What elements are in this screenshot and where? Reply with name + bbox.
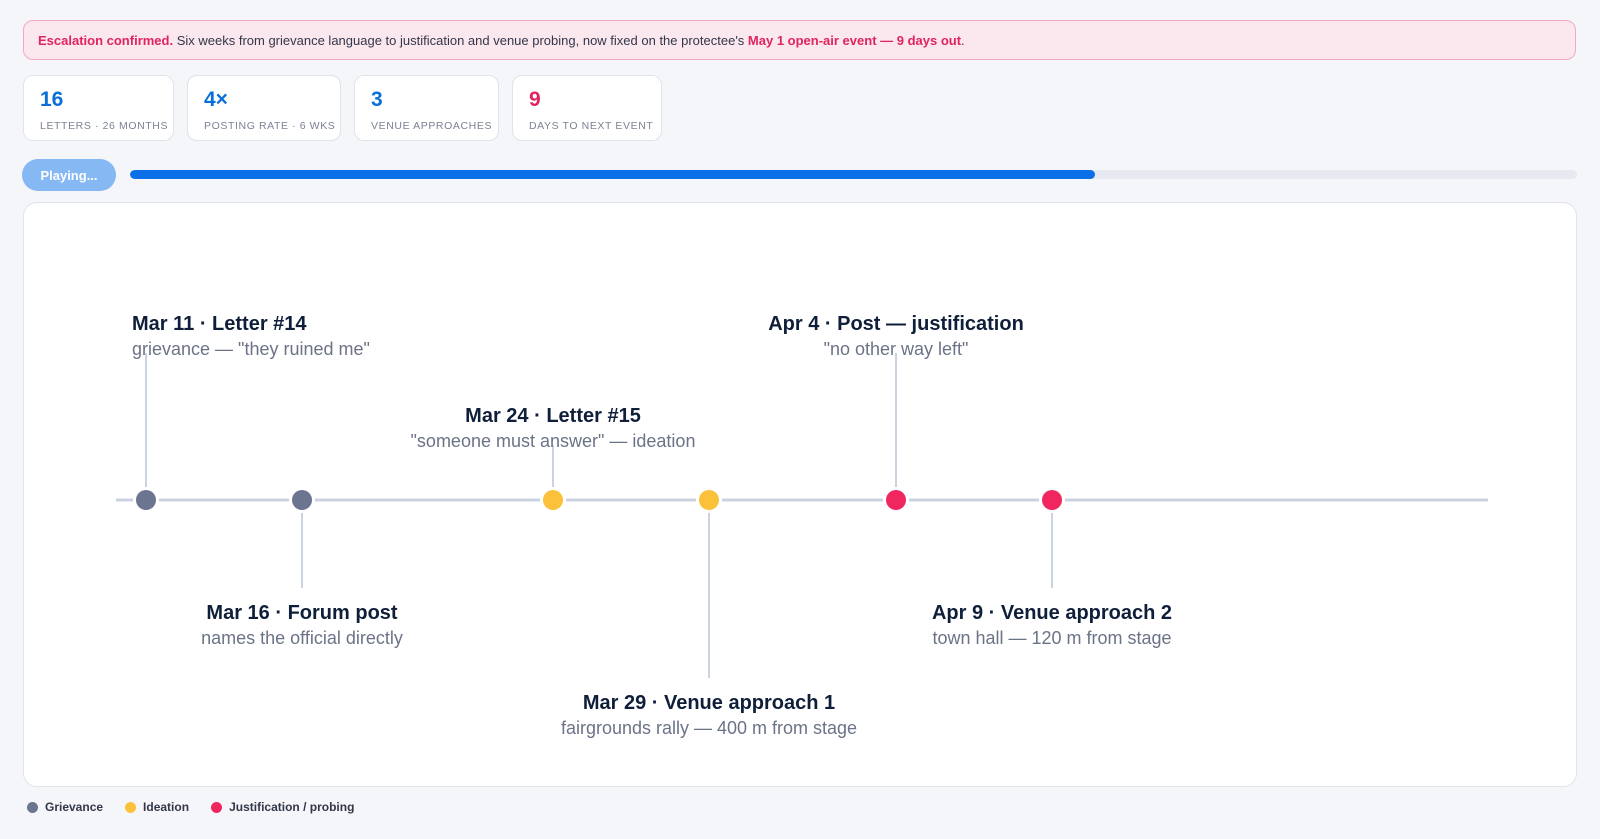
stat-card-posting-rate: 4× POSTING RATE · 6 WKS bbox=[187, 75, 341, 141]
event-dot-ideation[interactable] bbox=[699, 490, 719, 510]
playback-progress-bar[interactable] bbox=[130, 170, 1577, 179]
event-title: Mar 16 · Forum post bbox=[206, 602, 398, 624]
event-description: names the official directly bbox=[201, 628, 403, 648]
event-dot-justification[interactable] bbox=[1042, 490, 1062, 510]
event-dot-grievance[interactable] bbox=[292, 490, 312, 510]
event-label: Mar 24 · Letter #15 "someone must answer"… bbox=[411, 403, 696, 453]
event-dot-ideation[interactable] bbox=[543, 490, 563, 510]
stat-label: DAYS TO NEXT EVENT bbox=[529, 120, 654, 132]
stat-card-letters: 16 LETTERS · 26 MONTHS bbox=[23, 75, 174, 141]
stat-label: LETTERS · 26 MONTHS bbox=[40, 120, 169, 132]
stat-value: 3 bbox=[371, 88, 383, 111]
playback-progress-fill bbox=[130, 170, 1096, 179]
stat-value: 16 bbox=[40, 88, 64, 111]
event-title: Mar 24 · Letter #15 bbox=[465, 405, 641, 427]
event-title: Apr 9 · Venue approach 2 bbox=[931, 602, 1173, 624]
legend-label: Ideation bbox=[143, 800, 190, 814]
legend-item-grievance: Grievance bbox=[27, 800, 103, 814]
escalation-alert: Escalation confirmed. Six weeks from gri… bbox=[23, 20, 1576, 60]
event-label: Mar 29 · Venue approach 1 fairgrounds ral… bbox=[561, 690, 857, 740]
stat-label: POSTING RATE · 6 WKS bbox=[204, 120, 336, 132]
event-label: Apr 9 · Venue approach 2 town hall — 120 … bbox=[932, 600, 1172, 650]
legend-item-justification: Justification / probing bbox=[211, 800, 354, 814]
legend-dot-justification bbox=[211, 801, 223, 813]
event-title: Mar 11 · Letter #14 bbox=[132, 313, 307, 335]
timeline-panel: Mar 11 · Letter #14 grievance — "they rui… bbox=[23, 202, 1577, 787]
legend-dot-ideation bbox=[125, 801, 137, 813]
event-description: town hall — 120 m from stage bbox=[932, 628, 1172, 648]
event-title: Apr 4 · Post — justification bbox=[768, 313, 1024, 335]
event-title: Mar 29 · Venue approach 1 bbox=[582, 692, 836, 714]
event-description: grievance — "they ruined me" bbox=[132, 339, 370, 359]
event-label: Mar 16 · Forum post names the official di… bbox=[201, 600, 403, 650]
alert-tail: . bbox=[961, 32, 965, 48]
stat-card-days-to-event: 9 DAYS TO NEXT EVENT bbox=[512, 75, 662, 141]
alert-event: May 1 open-air event — 9 days out bbox=[747, 32, 962, 48]
stat-cards: 16 LETTERS · 26 MONTHS 4× POSTING RATE ·… bbox=[23, 75, 662, 141]
play-button[interactable]: Playing... bbox=[22, 159, 116, 191]
legend-dot-grievance bbox=[27, 801, 38, 813]
stat-card-venue-approaches: 3 VENUE APPROACHES bbox=[354, 75, 499, 141]
stat-value: 9 bbox=[529, 88, 541, 111]
event-description: "no other way left" bbox=[823, 339, 969, 359]
event-description: "someone must answer" — ideation bbox=[410, 431, 696, 451]
event-label: Mar 11 · Letter #14 grievance — "they rui… bbox=[132, 311, 370, 361]
stat-value: 4× bbox=[204, 88, 228, 111]
legend-label: Grievance bbox=[45, 800, 104, 814]
event-dot-justification[interactable] bbox=[886, 490, 906, 510]
event-label: Apr 4 · Post — justification "no other wa… bbox=[768, 311, 1024, 361]
alert-text: Six weeks from grievance language to jus… bbox=[173, 32, 748, 48]
event-dot-grievance[interactable] bbox=[136, 490, 156, 510]
event-description: fairgrounds rally — 400 m from stage bbox=[560, 718, 858, 738]
legend-item-ideation: Ideation bbox=[125, 800, 189, 814]
legend-label: Justification / probing bbox=[229, 800, 355, 814]
stat-label: VENUE APPROACHES bbox=[371, 120, 493, 132]
legend: Grievance Ideation Justification / probi… bbox=[27, 800, 354, 814]
alert-lead: Escalation confirmed. bbox=[38, 32, 174, 48]
